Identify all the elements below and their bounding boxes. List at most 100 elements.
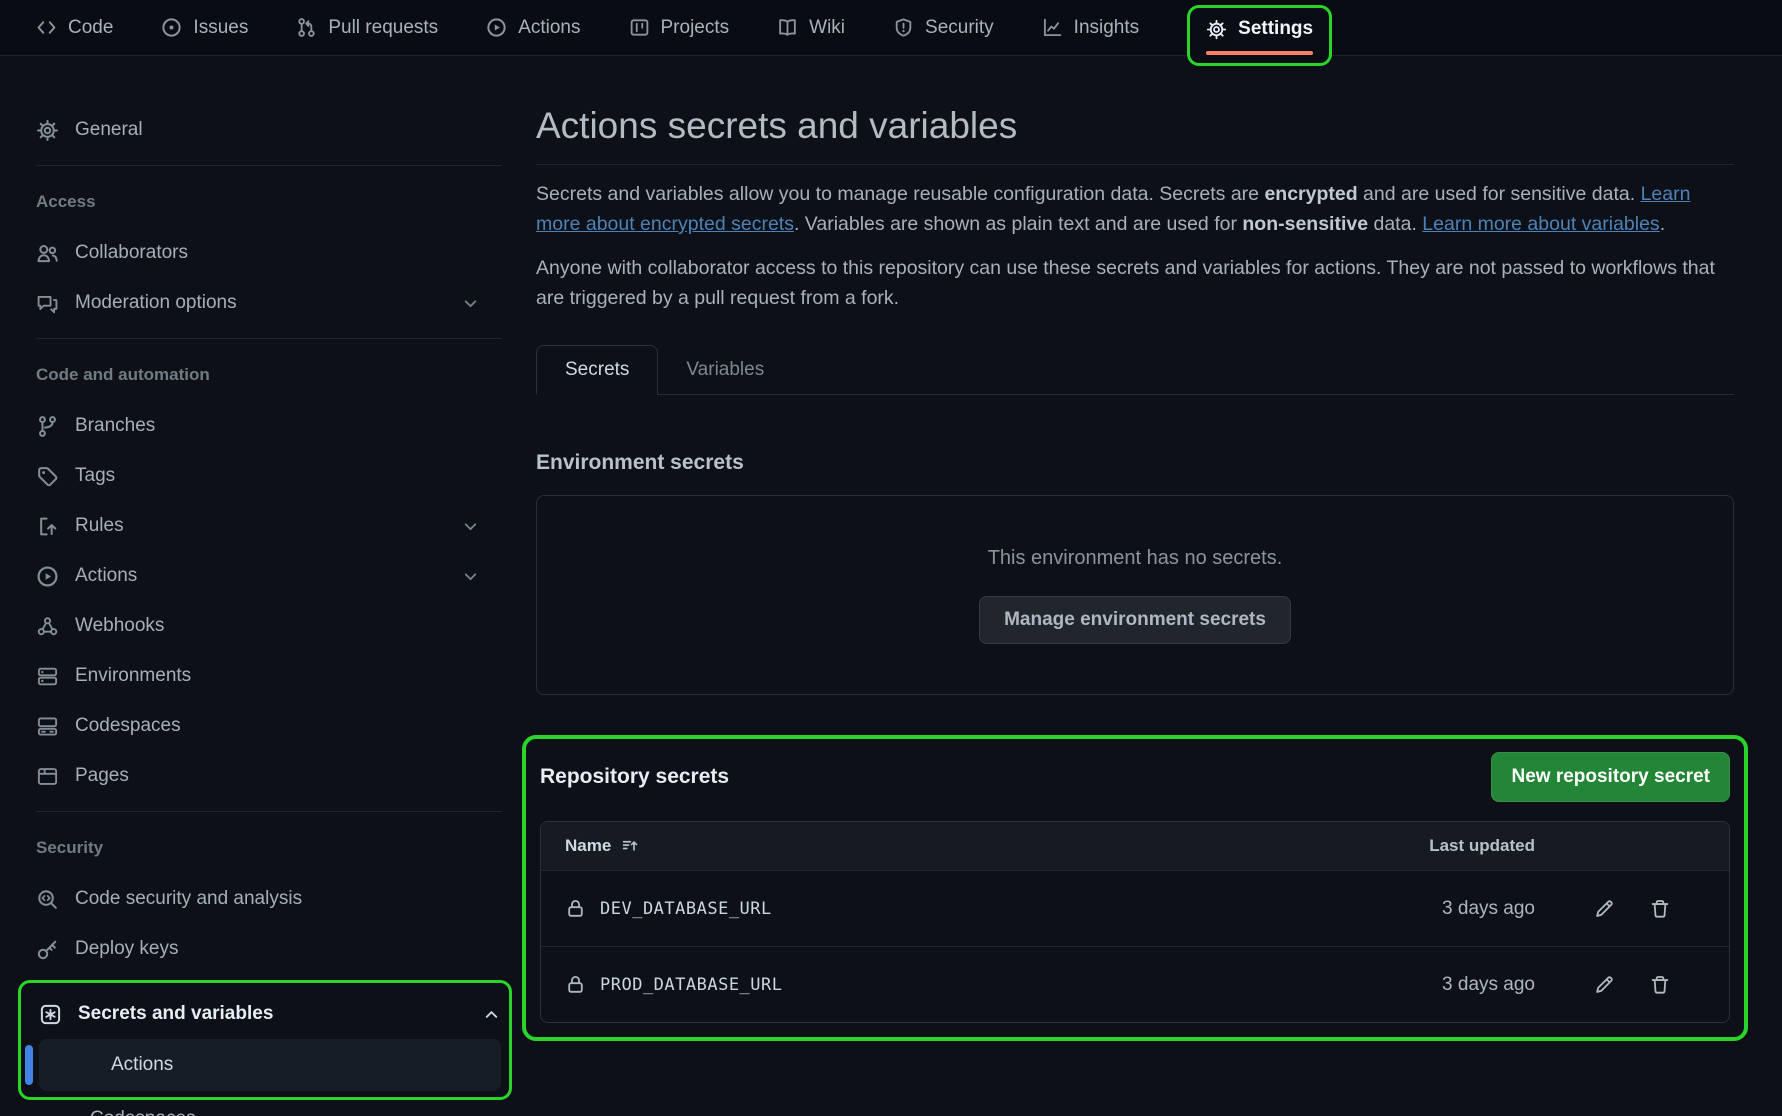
sort-ascending-icon: [621, 837, 639, 855]
annotation-box-secrets-and-variables: Secrets and variables Actions: [18, 980, 512, 1100]
chevron-down-icon: [461, 567, 480, 586]
intro-bold-non-sensitive: non-sensitive: [1242, 213, 1368, 235]
intro-paragraph-1: Secrets and variables allow you to manag…: [536, 179, 1734, 239]
edit-pencil-icon[interactable]: [1593, 898, 1615, 920]
git-branch-icon: [36, 415, 59, 438]
sidebar-subitem-codespaces[interactable]: Codespaces: [36, 1100, 480, 1116]
sidebar-item-label: Secrets and variables: [78, 1003, 273, 1025]
tab-variables[interactable]: Variables: [658, 346, 792, 394]
secret-name-cell: DEV_DATABASE_URL: [565, 898, 1325, 919]
sidebar-divider: [36, 165, 502, 166]
chevron-down-icon: [461, 294, 480, 313]
key-icon: [36, 938, 59, 961]
link-learn-more-variables[interactable]: Learn more about variables: [1422, 213, 1659, 235]
sidebar-item-code-security-and-analysis[interactable]: Code security and analysis: [36, 874, 480, 924]
repo-tab-bar: Code Issues Pull requests Actions Projec…: [0, 0, 1782, 56]
edit-pencil-icon[interactable]: [1593, 974, 1615, 996]
sidebar-section-code-and-automation: Code and automation: [36, 365, 516, 389]
sidebar-item-label: Pages: [75, 765, 129, 787]
sidebar-item-label: Webhooks: [75, 615, 164, 637]
active-tab-underline: [1206, 51, 1313, 55]
tab-label: Projects: [661, 17, 730, 39]
tab-label: Issues: [193, 17, 248, 39]
tab-pull-requests[interactable]: Pull requests: [296, 17, 438, 39]
intro-text: .: [1660, 213, 1665, 235]
delete-trash-icon[interactable]: [1649, 898, 1671, 920]
sidebar-divider: [36, 338, 502, 339]
webhook-icon: [36, 615, 59, 638]
sidebar-item-label: Moderation options: [75, 292, 237, 314]
sidebar-section-security: Security: [36, 838, 516, 862]
codescan-icon: [36, 888, 59, 911]
tab-insights[interactable]: Insights: [1042, 17, 1139, 39]
project-table-icon: [629, 17, 650, 38]
sidebar-item-label: Branches: [75, 415, 155, 437]
tab-label: Insights: [1074, 17, 1139, 39]
sidebar-item-webhooks[interactable]: Webhooks: [36, 601, 480, 651]
sidebar-item-branches[interactable]: Branches: [36, 401, 480, 451]
tab-wiki[interactable]: Wiki: [777, 17, 845, 39]
column-header-name: Name: [565, 836, 611, 856]
tab-projects[interactable]: Projects: [629, 17, 730, 39]
row-actions: [1535, 898, 1705, 920]
secrets-variables-tabs: Secrets Variables: [536, 345, 1734, 395]
tab-label: Settings: [1238, 18, 1313, 40]
sidebar-item-label: Tags: [75, 465, 115, 487]
issue-opened-icon: [161, 17, 182, 38]
tab-label: Wiki: [809, 17, 845, 39]
server-rows-icon: [36, 665, 59, 688]
people-icon: [36, 242, 59, 265]
intro-text: data.: [1368, 213, 1422, 235]
tab-code[interactable]: Code: [36, 17, 113, 39]
repository-secrets-header: Repository secrets New repository secret: [540, 751, 1730, 803]
sidebar-item-label: General: [75, 119, 143, 141]
column-header-name-sort[interactable]: Name: [565, 836, 1325, 856]
github-settings-page: Code Issues Pull requests Actions Projec…: [0, 0, 1782, 1116]
sidebar-item-collaborators[interactable]: Collaborators: [36, 228, 480, 278]
intro-paragraph-2: Anyone with collaborator access to this …: [536, 253, 1734, 313]
sidebar-section-access: Access: [36, 192, 516, 216]
chevron-down-icon: [461, 517, 480, 536]
sidebar-item-codespaces[interactable]: Codespaces: [36, 701, 480, 751]
sidebar-item-label: Code security and analysis: [75, 888, 302, 910]
sidebar-item-actions[interactable]: Actions: [36, 551, 480, 601]
sidebar-divider: [36, 811, 502, 812]
environment-secrets-heading: Environment secrets: [536, 451, 1734, 475]
row-actions: [1535, 974, 1705, 996]
sidebar-subitem-actions-active[interactable]: Actions: [39, 1039, 501, 1091]
intro-text: and are used for sensitive data.: [1358, 183, 1641, 205]
lock-icon: [565, 898, 586, 919]
sidebar-item-moderation-options[interactable]: Moderation options: [36, 278, 480, 328]
sidebar-item-rules[interactable]: Rules: [36, 501, 480, 551]
play-circle-icon: [36, 565, 59, 588]
sidebar-item-deploy-keys[interactable]: Deploy keys: [36, 924, 480, 974]
secret-last-updated: 3 days ago: [1325, 974, 1535, 996]
book-icon: [777, 17, 798, 38]
sidebar-item-secrets-and-variables[interactable]: Secrets and variables: [39, 989, 501, 1039]
secret-name: PROD_DATABASE_URL: [600, 975, 783, 995]
sidebar-item-environments[interactable]: Environments: [36, 651, 480, 701]
tab-secrets-active[interactable]: Secrets: [536, 345, 658, 395]
tag-icon: [36, 465, 59, 488]
manage-environment-secrets-button[interactable]: Manage environment secrets: [979, 596, 1291, 644]
intro-bold-encrypted: encrypted: [1264, 183, 1357, 205]
sidebar-item-label: Rules: [75, 515, 124, 537]
tab-label: Actions: [518, 17, 580, 39]
sidebar-item-label: Deploy keys: [75, 938, 179, 960]
sidebar-item-label: Actions: [75, 565, 137, 587]
new-repository-secret-button[interactable]: New repository secret: [1491, 752, 1730, 802]
sidebar-item-tags[interactable]: Tags: [36, 451, 480, 501]
table-header-row: Name Last updated: [541, 822, 1729, 870]
delete-trash-icon[interactable]: [1649, 974, 1671, 996]
sidebar-item-label: Environments: [75, 665, 191, 687]
tab-settings-active[interactable]: Settings: [1206, 18, 1313, 40]
tab-actions[interactable]: Actions: [486, 17, 580, 39]
sidebar-item-pages[interactable]: Pages: [36, 751, 480, 801]
environment-secrets-empty-box: This environment has no secrets. Manage …: [536, 495, 1734, 695]
settings-sidebar: General Access Collaborators Moderation …: [0, 56, 516, 1116]
annotation-box-settings-tab: Settings: [1187, 5, 1332, 66]
tab-security[interactable]: Security: [893, 17, 994, 39]
tab-issues[interactable]: Issues: [161, 17, 248, 39]
asterisk-box-icon: [39, 1003, 62, 1026]
sidebar-item-general[interactable]: General: [36, 105, 480, 155]
